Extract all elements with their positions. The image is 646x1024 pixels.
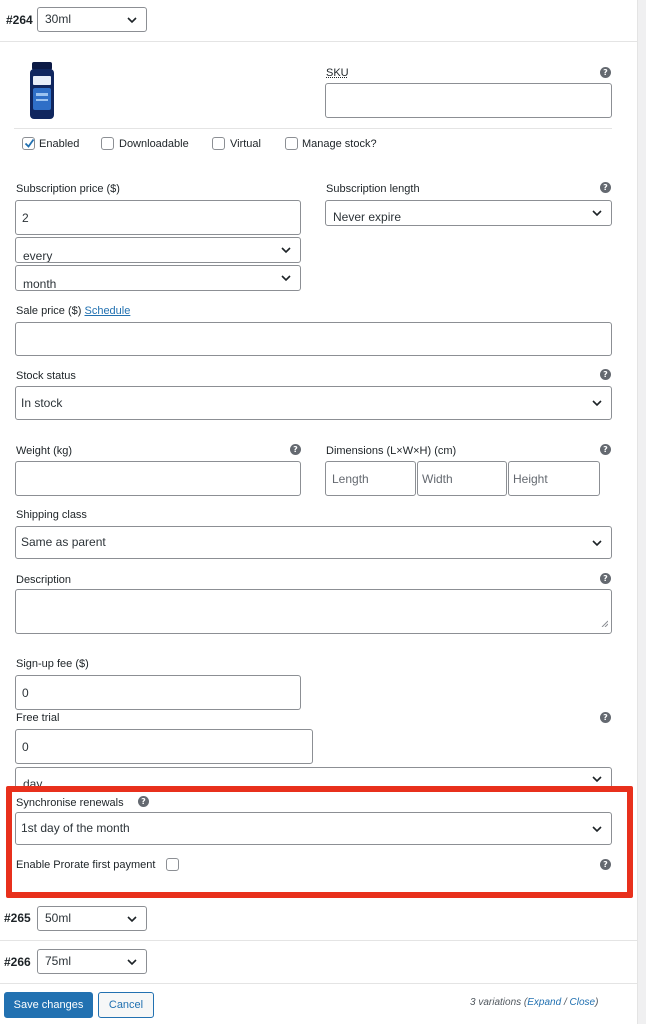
schedule-link[interactable]: Schedule <box>84 305 130 317</box>
description-textarea[interactable] <box>15 589 612 634</box>
virtual-label: Virtual <box>230 138 261 150</box>
sale-price-input[interactable] <box>15 322 612 356</box>
checkmark-icon <box>24 138 35 148</box>
variation-266-size-value: 75ml <box>45 954 72 968</box>
help-icon: ? <box>600 712 611 723</box>
help-icon: ? <box>600 67 611 78</box>
variation-266-size-select[interactable]: 75ml <box>37 949 147 974</box>
variation-264-size-value: 30ml <box>45 12 72 26</box>
downloadable-checkbox[interactable] <box>101 137 114 150</box>
free-trial-label: Free trial <box>16 712 60 724</box>
sku-label: SKU <box>326 67 349 79</box>
help-icon: ? <box>600 859 611 870</box>
subscription-price-input[interactable]: 2 <box>15 200 301 235</box>
signup-fee-input[interactable]: 0 <box>15 675 301 710</box>
stock-status-select[interactable]: In stock <box>15 386 612 420</box>
synchronise-renewals-label: Synchronise renewals <box>16 797 124 809</box>
weight-input[interactable] <box>15 461 301 496</box>
chevron-down-icon <box>126 956 138 968</box>
help-icon: ? <box>600 369 611 380</box>
variation-265-size-value: 50ml <box>45 911 72 925</box>
billing-interval-value: every <box>23 249 53 263</box>
downloadable-label: Downloadable <box>119 138 189 150</box>
chevron-down-icon <box>591 823 603 835</box>
variation-id-264: #264 <box>6 13 33 27</box>
help-icon: ? <box>600 573 611 584</box>
stock-status-value: In stock <box>21 396 63 410</box>
sale-price-label-text: Sale price ($) <box>16 305 82 317</box>
length-input[interactable]: Length <box>325 461 416 496</box>
signup-fee-value: 0 <box>22 686 29 700</box>
save-changes-button[interactable]: Save changes <box>4 992 93 1018</box>
variations-count-text: 3 variations ( <box>470 997 528 1008</box>
billing-period-select[interactable]: month <box>15 265 301 291</box>
dimensions-label: Dimensions (L×W×H) (cm) <box>326 445 457 457</box>
shipping-class-value: Same as parent <box>21 535 106 549</box>
prorate-label: Enable Prorate first payment <box>16 859 156 871</box>
stock-status-label: Stock status <box>16 370 76 382</box>
variation-id-265: #265 <box>4 911 31 925</box>
variation-264-size-select[interactable]: 30ml <box>37 7 147 32</box>
sku-input[interactable] <box>325 83 612 118</box>
chevron-down-icon <box>591 773 603 785</box>
manage-stock-checkbox[interactable] <box>285 137 298 150</box>
chevron-down-icon <box>591 537 603 549</box>
weight-label: Weight (kg) <box>16 445 73 457</box>
shipping-class-select[interactable]: Same as parent <box>15 526 612 559</box>
enabled-label: Enabled <box>39 138 80 150</box>
chevron-down-icon <box>280 244 292 256</box>
billing-period-value: month <box>23 277 57 291</box>
subscription-length-value: Never expire <box>333 210 402 224</box>
divider <box>0 41 637 42</box>
sale-price-label: Sale price ($) Schedule <box>16 305 130 317</box>
description-label: Description <box>16 574 72 586</box>
close-paren: ) <box>595 997 599 1008</box>
close-link[interactable]: Close <box>570 997 596 1008</box>
expand-link[interactable]: Expand <box>527 997 561 1008</box>
divider <box>0 983 637 984</box>
chevron-down-icon <box>280 272 292 284</box>
prorate-checkbox[interactable] <box>166 858 179 871</box>
help-icon: ? <box>138 796 149 807</box>
variations-count: 3 variations (Expand / Close) <box>470 997 598 1008</box>
chevron-down-icon <box>126 913 138 925</box>
help-icon: ? <box>600 444 611 455</box>
virtual-checkbox[interactable] <box>212 137 225 150</box>
free-trial-value: 0 <box>22 740 29 754</box>
chevron-down-icon <box>126 14 138 26</box>
shipping-class-label: Shipping class <box>16 509 87 521</box>
resize-handle-icon[interactable] <box>601 616 609 630</box>
divider <box>14 128 612 129</box>
free-trial-input[interactable]: 0 <box>15 729 313 764</box>
help-icon: ? <box>290 444 301 455</box>
chevron-down-icon <box>591 207 603 219</box>
product-image[interactable] <box>28 62 56 120</box>
synchronise-renewals-select[interactable]: 1st day of the month <box>15 812 612 845</box>
signup-fee-label: Sign-up fee ($) <box>16 658 89 670</box>
divider <box>0 940 637 941</box>
subscription-price-value: 2 <box>22 211 29 225</box>
variation-265-size-select[interactable]: 50ml <box>37 906 147 931</box>
subscription-length-select[interactable]: Never expire <box>325 200 612 226</box>
width-placeholder: Width <box>422 472 453 486</box>
enabled-checkbox[interactable] <box>22 137 35 150</box>
height-placeholder: Height <box>513 472 548 486</box>
help-icon: ? <box>600 182 611 193</box>
scrollbar-track[interactable] <box>637 0 646 1024</box>
manage-stock-label: Manage stock? <box>302 138 377 150</box>
height-input[interactable]: Height <box>508 461 600 496</box>
variation-id-266: #266 <box>4 955 31 969</box>
chevron-down-icon <box>591 397 603 409</box>
subscription-price-label: Subscription price ($) <box>16 183 120 195</box>
subscription-length-label: Subscription length <box>326 183 420 195</box>
synchronise-renewals-value: 1st day of the month <box>21 821 130 835</box>
cancel-button[interactable]: Cancel <box>98 992 154 1018</box>
slash-separator: / <box>561 997 570 1008</box>
length-placeholder: Length <box>332 472 369 486</box>
billing-interval-select[interactable]: every <box>15 237 301 263</box>
width-input[interactable]: Width <box>417 461 507 496</box>
